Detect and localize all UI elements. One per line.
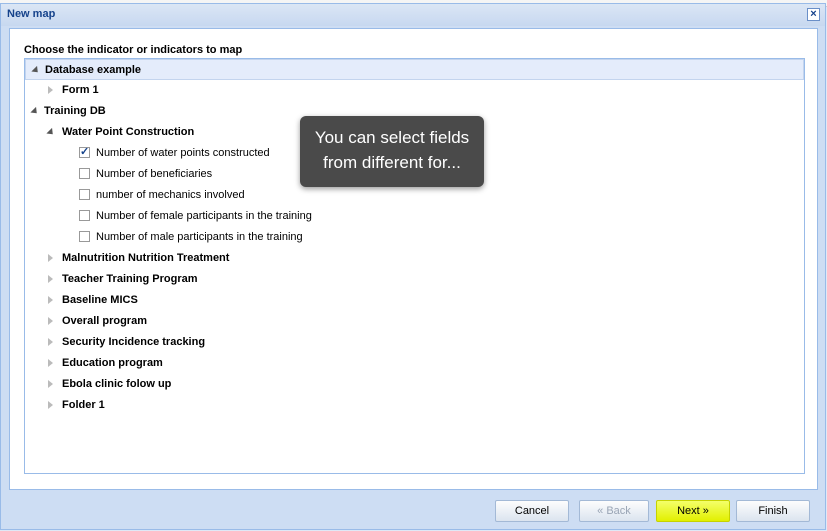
collapsed-arrow-icon[interactable]: [47, 86, 55, 94]
tree-node-label: Water Point Construction: [62, 126, 195, 138]
field-checkbox[interactable]: [79, 210, 90, 221]
tree-node-form[interactable]: Ebola clinic folow up: [25, 374, 804, 395]
tree-node-label: Malnutrition Nutrition Treatment: [62, 252, 230, 264]
field-label: number of mechanics involved: [96, 189, 245, 201]
panel-heading: Choose the indicator or indicators to ma…: [24, 44, 243, 56]
cancel-button[interactable]: Cancel: [495, 500, 569, 522]
field-item[interactable]: Number of female participants in the tra…: [25, 206, 804, 227]
tree-node-form[interactable]: Teacher Training Program: [25, 269, 804, 290]
field-label: Number of water points constructed: [96, 147, 270, 159]
new-map-dialog: New map × Choose the indicator or indica…: [0, 3, 826, 530]
collapsed-arrow-icon[interactable]: [47, 338, 55, 346]
tree-node-label: Ebola clinic folow up: [62, 378, 172, 390]
field-item[interactable]: number of mechanics involved: [25, 185, 804, 206]
collapsed-arrow-icon[interactable]: [47, 401, 55, 409]
dialog-title: New map: [7, 8, 56, 20]
tooltip-line: You can select fields: [314, 128, 470, 147]
tree-node-label: Training DB: [44, 105, 106, 117]
collapsed-arrow-icon[interactable]: [47, 296, 55, 304]
tree-node-label: Baseline MICS: [62, 294, 138, 306]
tree-node-form[interactable]: Education program: [25, 353, 804, 374]
field-item[interactable]: Number of male participants in the train…: [25, 227, 804, 248]
tree-node-form[interactable]: Malnutrition Nutrition Treatment: [25, 248, 804, 269]
field-label: Number of female participants in the tra…: [96, 210, 312, 222]
collapsed-arrow-icon[interactable]: [47, 275, 55, 283]
field-label: Number of beneficiaries: [96, 168, 213, 180]
tree-node-form[interactable]: Overall program: [25, 311, 804, 332]
tree-node-form[interactable]: Baseline MICS: [25, 290, 804, 311]
expanded-arrow-icon[interactable]: [47, 128, 55, 136]
tree-node-label: Database example: [45, 64, 141, 76]
field-checkbox[interactable]: [79, 231, 90, 242]
tree-node-database-example[interactable]: Database example: [25, 59, 804, 80]
tree-node-folder[interactable]: Folder 1: [25, 395, 804, 416]
tooltip-line: from different for...: [323, 153, 461, 172]
field-checkbox[interactable]: [79, 189, 90, 200]
field-checkbox[interactable]: [79, 145, 90, 158]
expanded-arrow-icon[interactable]: [31, 107, 39, 115]
tree-node-label: Teacher Training Program: [62, 273, 198, 285]
tree-node-label: Education program: [62, 357, 163, 369]
back-button[interactable]: « Back: [579, 500, 649, 522]
expanded-arrow-icon[interactable]: [32, 66, 40, 74]
tree-node-label: Security Incidence tracking: [62, 336, 206, 348]
tree-node-form1[interactable]: Form 1: [25, 80, 804, 101]
field-checkbox[interactable]: [79, 168, 90, 179]
collapsed-arrow-icon[interactable]: [47, 254, 55, 262]
tree-node-form[interactable]: Security Incidence tracking: [25, 332, 804, 353]
tree-node-label: Overall program: [62, 315, 147, 327]
field-label: Number of male participants in the train…: [96, 231, 303, 243]
collapsed-arrow-icon[interactable]: [47, 359, 55, 367]
tree-node-label: Folder 1: [62, 399, 105, 411]
close-icon[interactable]: ×: [807, 8, 820, 21]
next-button[interactable]: Next »: [656, 500, 730, 522]
collapsed-arrow-icon[interactable]: [47, 317, 55, 325]
finish-button[interactable]: Finish: [736, 500, 810, 522]
indicator-panel: Choose the indicator or indicators to ma…: [9, 28, 818, 490]
tooltip: You can select fields from different for…: [300, 116, 484, 187]
dialog-titlebar: New map ×: [1, 4, 825, 26]
collapsed-arrow-icon[interactable]: [47, 380, 55, 388]
tree-node-label: Form 1: [62, 84, 99, 96]
